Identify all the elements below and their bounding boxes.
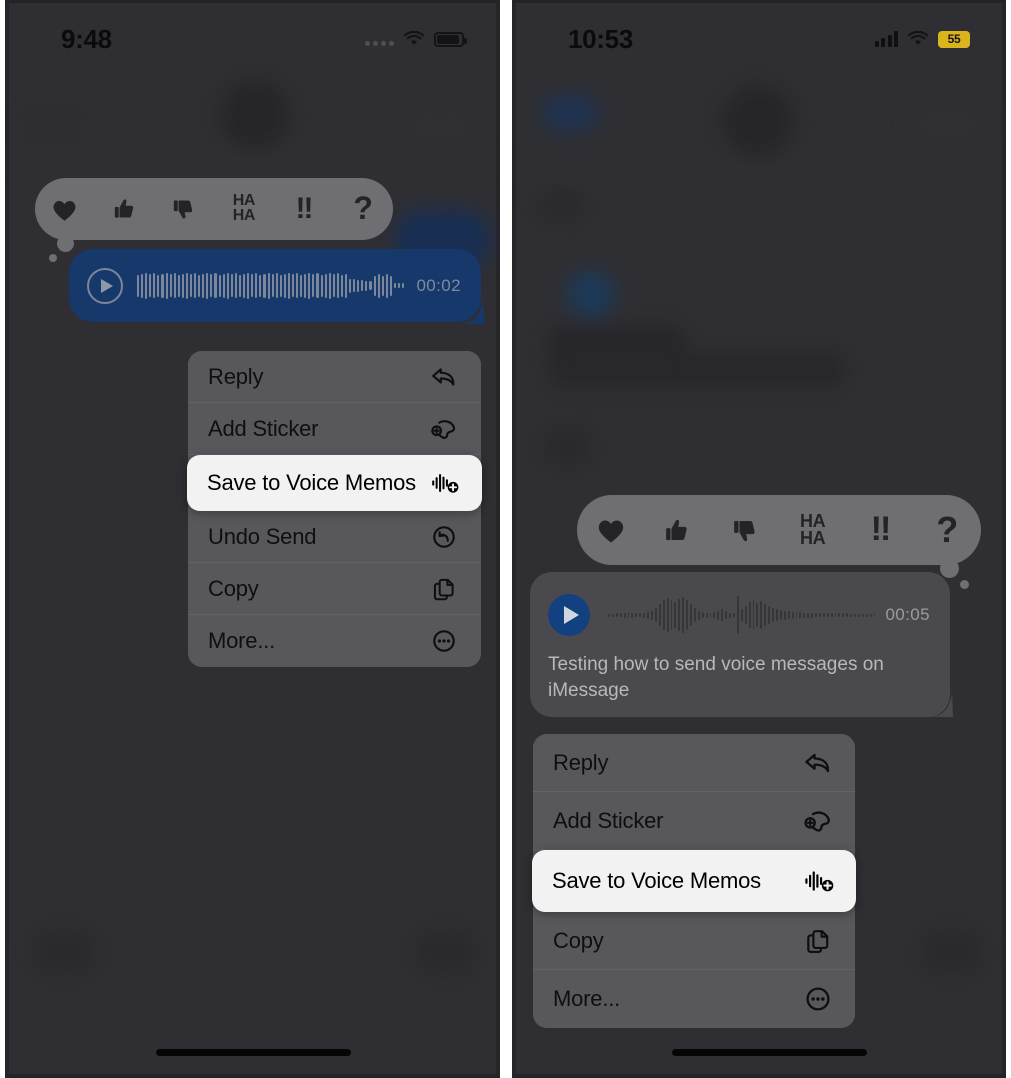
cellular-bars-icon [874, 31, 898, 47]
haha-line-2: HA [800, 528, 826, 548]
reply-arrow-icon [427, 360, 461, 394]
home-indicator-right [672, 1049, 867, 1056]
status-bar-right: 10:53 55 [512, 0, 1006, 62]
voice-message-bubble-right[interactable]: 00:05 Testing how to send voice messages… [530, 572, 950, 717]
menu-item-reply[interactable]: Reply [188, 351, 481, 403]
waveform-plus-icon [802, 864, 836, 898]
menu-item-reply[interactable]: Reply [533, 734, 855, 792]
question-glyph: ? [353, 190, 373, 227]
context-menu-left: Reply Add Sticker Save to Voice Memos Un… [187, 351, 482, 667]
phone-panel-right: 10:53 55 HA HA !! ? 00:05 Testing how to… [512, 0, 1006, 1078]
voice-duration: 00:05 [885, 605, 930, 624]
menu-item-label: Save to Voice Memos [552, 868, 761, 893]
thumbs-down-reaction[interactable] [712, 495, 779, 565]
battery-icon [434, 31, 467, 47]
voice-transcript: Testing how to send voice messages on iM… [548, 654, 884, 701]
play-button[interactable] [548, 594, 590, 636]
sticker-icon [427, 412, 461, 446]
menu-item-undo-send[interactable]: Undo Send [188, 511, 481, 563]
tapback-reaction-bar-right[interactable]: HA HA !! ? [577, 495, 981, 589]
more-circle-icon [801, 982, 835, 1016]
screenshot-stage: 9:48 HA HA !! ? 00:02 Reply Add Sticker … [0, 0, 1011, 1078]
menu-item-save-to-voice-memos[interactable]: Save to Voice Memos [532, 850, 856, 912]
menu-item-more[interactable]: More... [533, 970, 855, 1028]
exclamation-glyph: !! [295, 192, 314, 225]
voice-message-bubble-left[interactable]: 00:02 [69, 249, 481, 322]
sticker-icon [801, 804, 835, 838]
menu-item-save-to-voice-memos[interactable]: Save to Voice Memos [187, 455, 482, 511]
menu-item-copy[interactable]: Copy [188, 563, 481, 615]
exclamation-glyph: !! [870, 510, 892, 549]
copy-pages-icon [427, 572, 461, 606]
thumbs-down-reaction[interactable] [154, 178, 214, 240]
menu-item-label: Reply [553, 750, 609, 775]
exclamation-reaction[interactable]: !! [846, 495, 913, 565]
menu-item-label: More... [553, 986, 621, 1011]
copy-pages-icon [801, 924, 835, 958]
play-button[interactable] [87, 267, 123, 304]
battery-percent-icon: 55 [938, 30, 970, 48]
exclamation-reaction[interactable]: !! [274, 178, 334, 240]
menu-item-label: Add Sticker [553, 808, 664, 833]
voice-duration: 00:02 [416, 275, 461, 295]
thumbs-up-reaction[interactable] [95, 178, 155, 240]
reply-arrow-icon [801, 746, 835, 780]
menu-item-label: Copy [553, 928, 604, 953]
menu-item-label: Add Sticker [208, 416, 319, 441]
menu-item-label: Copy [208, 576, 259, 601]
menu-item-add-sticker[interactable]: Add Sticker [188, 403, 481, 455]
wifi-icon [403, 31, 425, 47]
menu-item-more[interactable]: More... [188, 615, 481, 667]
haha-reaction[interactable]: HA HA [214, 178, 274, 240]
wifi-icon [907, 31, 929, 47]
home-indicator-left [156, 1049, 351, 1056]
waveform-plus-icon [428, 466, 462, 500]
question-reaction[interactable]: ? [333, 178, 393, 240]
question-reaction[interactable]: ? [914, 495, 981, 565]
status-bar-left: 9:48 [5, 0, 500, 62]
more-circle-icon [427, 624, 461, 658]
tapback-reaction-bar-left[interactable]: HA HA !! ? [35, 178, 393, 262]
context-menu-right: Reply Add Sticker Save to Voice Memos Co… [532, 734, 856, 1028]
status-clock: 9:48 [61, 23, 112, 54]
haha-reaction[interactable]: HA HA [779, 495, 846, 565]
menu-item-copy[interactable]: Copy [533, 912, 855, 970]
audio-waveform[interactable] [608, 595, 876, 635]
haha-line-2: HA [232, 207, 256, 224]
status-clock: 10:53 [568, 23, 633, 54]
question-glyph: ? [936, 508, 959, 550]
menu-item-label: Save to Voice Memos [207, 470, 416, 495]
phone-panel-left: 9:48 HA HA !! ? 00:02 Reply Add Sticker … [5, 0, 500, 1078]
heart-reaction[interactable] [35, 178, 95, 240]
thumbs-up-reaction[interactable] [644, 495, 711, 565]
menu-item-label: Undo Send [208, 524, 317, 549]
audio-waveform[interactable] [137, 271, 405, 301]
heart-reaction[interactable] [577, 495, 644, 565]
menu-item-label: More... [208, 628, 276, 653]
menu-item-label: Reply [208, 364, 264, 389]
cellular-dots-icon [365, 32, 394, 46]
menu-item-add-sticker[interactable]: Add Sticker [533, 792, 855, 850]
undo-circle-icon [427, 520, 461, 554]
